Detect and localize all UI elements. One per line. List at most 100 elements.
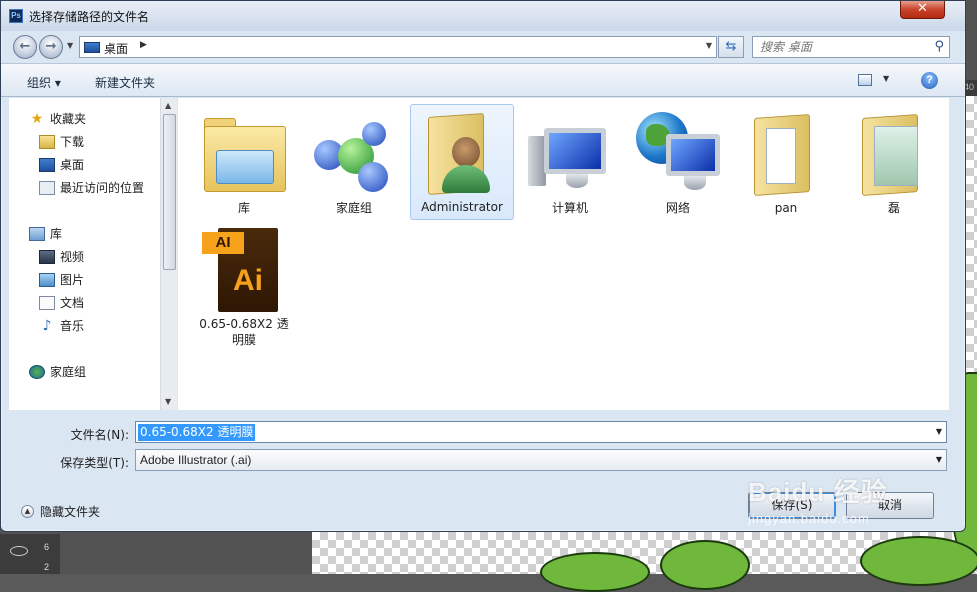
forward-button[interactable]: → [39,35,63,59]
nav-label: 下载 [60,135,85,149]
collapse-icon[interactable]: ▲ [21,505,34,518]
filename-field[interactable]: 0.65-0.68X2 透明膜 ▼ [135,421,947,443]
nav-label: 文档 [60,296,85,310]
nav-item-pictures[interactable]: 图片 [39,271,84,288]
view-options-icon[interactable] [858,74,872,86]
file-label: 库 [237,201,250,215]
file-item-network[interactable]: 网络 [626,106,730,216]
search-box[interactable]: ⚲ [752,36,950,58]
network-icon [636,112,720,196]
nav-item-recent[interactable]: 最近访问的位置 [39,179,144,196]
cancel-button[interactable]: 取消 [846,492,934,519]
scroll-down-icon[interactable]: ▼ [165,397,171,406]
close-button[interactable]: ✕ [900,1,945,19]
search-input[interactable] [753,37,923,57]
file-item-homegroup[interactable]: 家庭组 [302,106,406,216]
nav-label: 家庭组 [50,365,87,379]
save-dialog: Ps 选择存储路径的文件名 ✕ ← → ▼ 桌面 ▶ ▼ ⇆ ⚲ 组织 ▾ 新建… [0,0,966,532]
user-folder-icon [420,111,504,195]
save-button[interactable]: 保存(S) [748,492,836,519]
libraries-folder-icon [202,112,286,196]
file-label: 计算机 [551,201,588,215]
refresh-button[interactable]: ⇆ [718,36,744,58]
canvas-artwork [660,540,750,590]
ellipse-icon[interactable] [10,546,28,556]
command-toolbar: 组织 ▾ 新建文件夹 ▼ ? [1,63,965,97]
file-item-lei[interactable]: 磊 [842,106,946,216]
desktop-icon [39,157,55,172]
download-folder-icon [39,134,55,149]
file-label: Administrator [421,200,503,214]
filetype-label: 保存类型(T): [60,456,129,470]
file-item-administrator[interactable]: Administrator [410,104,514,220]
scroll-thumb[interactable] [163,114,176,270]
back-button[interactable]: ← [13,35,37,59]
nav-item-documents[interactable]: 文档 [39,294,84,311]
file-item-computer[interactable]: 计算机 [518,106,622,216]
nav-label: 最近访问的位置 [60,181,145,195]
panel-number: 2 [44,562,50,572]
filetype-select[interactable]: Adobe Illustrator (.ai) ▼ [135,449,947,471]
file-label: 磊 [887,201,900,215]
nav-homegroup[interactable]: 家庭组 [29,363,86,380]
filename-value[interactable]: 0.65-0.68X2 透明膜 [138,424,256,441]
file-item-ai-document[interactable]: Ai AI 0.65-0.68X2 透明膜 [192,222,296,348]
nav-label: 图片 [60,273,85,287]
filename-row: 文件名(N): 0.65-0.68X2 透明膜 ▼ [1,421,965,445]
folder-icon [852,112,936,196]
photoshop-icon: Ps [9,9,23,23]
breadcrumb-arrow-icon[interactable]: ▶ [140,40,147,50]
nav-label: 收藏夹 [50,112,87,126]
video-icon [39,249,55,264]
filetype-value[interactable]: Adobe Illustrator (.ai) [140,453,251,467]
nav-item-video[interactable]: 视频 [39,248,84,265]
help-icon[interactable]: ? [921,72,938,89]
documents-icon [39,295,55,310]
nav-label: 库 [50,227,63,241]
canvas-artwork [860,536,977,586]
address-dropdown-icon[interactable]: ▼ [706,41,712,50]
computer-icon [528,112,612,196]
panel-number: 6 [44,542,50,552]
search-icon[interactable]: ⚲ [934,39,944,54]
address-row: ← → ▼ 桌面 ▶ ▼ ⇆ ⚲ [1,31,965,63]
tool-panel: 6 2 [0,534,60,574]
new-folder-button[interactable]: 新建文件夹 [95,74,155,91]
nav-label: 桌面 [60,158,85,172]
recent-places-icon [39,180,55,195]
nav-scrollbar[interactable]: ▲ ▼ [160,98,177,410]
view-dropdown-icon[interactable]: ▼ [883,74,889,83]
star-icon: ★ [30,110,44,127]
hide-folders-toggle[interactable]: ▲ 隐藏文件夹 [21,503,100,520]
file-label: 0.65-0.68X2 透明膜 [199,317,289,347]
file-item-pan[interactable]: pan [734,106,838,216]
folder-icon [744,112,828,196]
nav-favorites[interactable]: ★ 收藏夹 [29,110,86,127]
navigation-pane: ★ 收藏夹 下载 桌面 最近访问的位置 库 视频 图片 文档 ♪ 音乐 家庭组 [9,98,177,410]
hide-folders-label: 隐藏文件夹 [40,505,101,519]
canvas-artwork [540,552,650,592]
file-label: 家庭组 [335,201,372,215]
organize-button[interactable]: 组织 ▾ [27,74,61,91]
address-location[interactable]: 桌面 [104,40,128,57]
address-bar[interactable]: 桌面 ▶ ▼ [79,36,717,58]
homegroup-icon [312,112,396,196]
file-view: 库 家庭组 Administrator 计算机 网络 pan 磊 Ai AI 0… [178,98,949,410]
history-dropdown-icon[interactable]: ▼ [67,41,73,50]
file-item-libraries[interactable]: 库 [192,106,296,216]
music-icon: ♪ [42,317,52,334]
nav-libraries[interactable]: 库 [29,225,62,242]
filename-label: 文件名(N): [70,428,129,442]
scroll-up-icon[interactable]: ▲ [165,101,171,110]
file-label: pan [774,201,798,215]
nav-label: 视频 [60,250,85,264]
desktop-icon [84,42,100,53]
homegroup-icon [29,364,45,379]
filename-dropdown-icon[interactable]: ▼ [936,427,942,436]
nav-item-desktop[interactable]: 桌面 [39,156,84,173]
illustrator-file-icon: Ai AI [202,228,286,312]
filetype-dropdown-icon[interactable]: ▼ [936,455,942,464]
nav-item-downloads[interactable]: 下载 [39,133,84,150]
nav-item-music[interactable]: ♪ 音乐 [39,317,84,334]
nav-label: 音乐 [60,319,85,333]
